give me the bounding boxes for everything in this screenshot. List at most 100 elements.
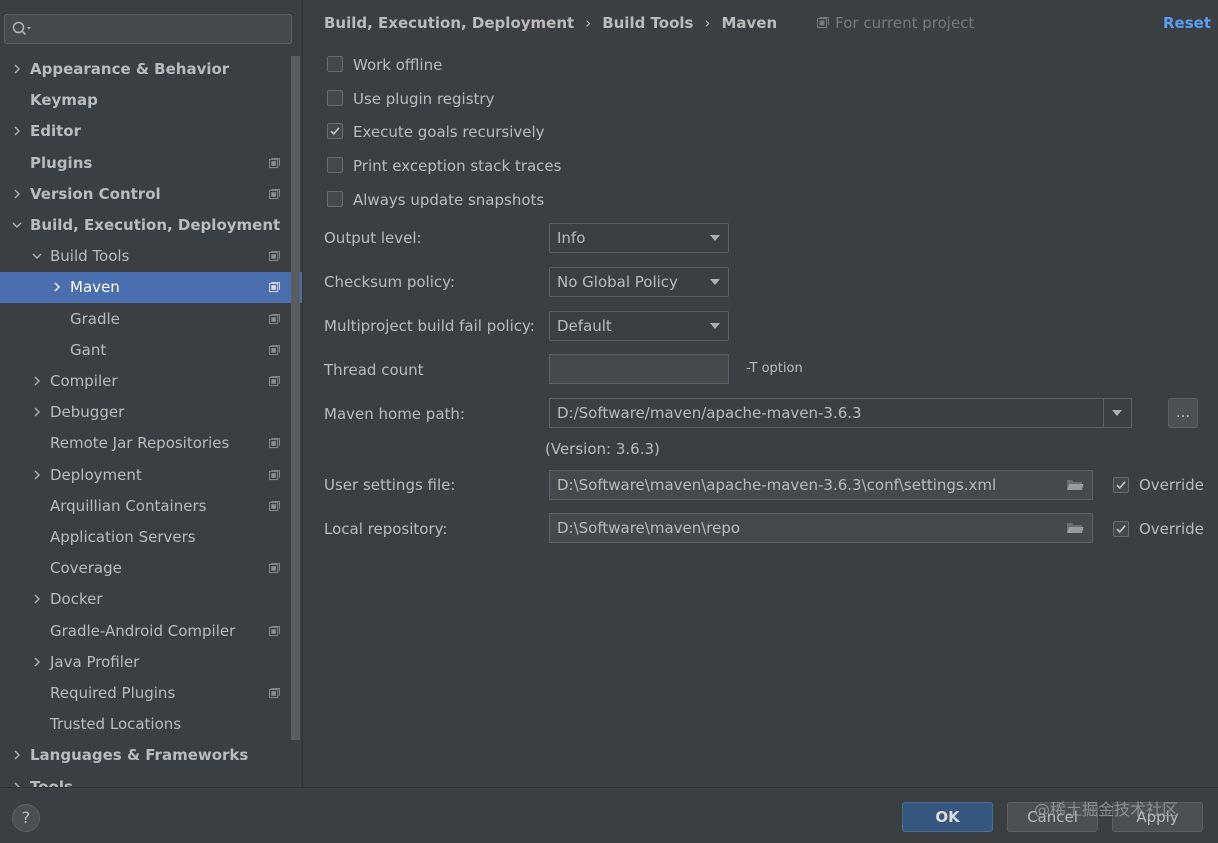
folder-icon[interactable] [1066, 521, 1084, 535]
sidebar-item-label: Version Control [30, 185, 161, 203]
sidebar-item-label: Docker [50, 590, 103, 608]
cancel-button[interactable]: Cancel [1007, 802, 1098, 832]
project-scope-icon [269, 470, 280, 481]
sidebar-item-label: Coverage [50, 559, 122, 577]
folder-icon[interactable] [1066, 478, 1084, 492]
project-scope-icon [817, 13, 830, 28]
chevron-right-icon[interactable] [12, 189, 22, 199]
chevron-down-icon [710, 323, 720, 329]
sidebar-item-languages-frameworks[interactable]: Languages & Frameworks [0, 740, 290, 771]
chevron-right-icon[interactable] [12, 64, 22, 74]
chevron-right-icon[interactable] [32, 376, 42, 386]
execute-goals-recursively-label: Execute goals recursively [353, 123, 545, 141]
thread-count-field[interactable] [549, 354, 729, 384]
local-repository-field[interactable]: D:\Software\maven\repo [549, 513, 1093, 543]
project-scope-icon [269, 282, 280, 293]
local-repository-override-checkbox[interactable] [1113, 521, 1129, 537]
project-scope-icon [269, 563, 280, 574]
execute-goals-recursively-checkbox[interactable] [327, 123, 343, 139]
fail-policy-value: Default [557, 317, 612, 335]
sidebar-item-label: Editor [30, 122, 81, 140]
apply-button[interactable]: Apply [1112, 802, 1203, 832]
sidebar-item-build-tools[interactable]: Build Tools [0, 241, 290, 272]
sidebar-item-tools[interactable]: Tools [0, 772, 290, 787]
sidebar-item-build-execution-deployment[interactable]: Build, Execution, Deployment [0, 210, 290, 241]
user-settings-override-checkbox[interactable] [1113, 477, 1129, 493]
sidebar-item-application-servers[interactable]: Application Servers [0, 522, 290, 553]
sidebar-item-editor[interactable]: Editor [0, 116, 290, 147]
chevron-right-icon[interactable] [32, 657, 42, 667]
sidebar-item-label: Build Tools [50, 247, 130, 265]
print-exception-stack-traces-checkbox[interactable] [327, 157, 343, 173]
scope-text: For current project [835, 14, 975, 32]
chevron-down-icon [710, 235, 720, 241]
project-scope-icon [269, 501, 280, 512]
settings-sidebar: Appearance & Behavior Keymap Editor Plugins… [0, 0, 303, 787]
breadcrumb-separator: › [585, 14, 592, 32]
sidebar-item-required-plugins[interactable]: Required Plugins [0, 678, 290, 709]
sidebar-item-gant[interactable]: Gant [0, 335, 290, 366]
sidebar-item-gradle[interactable]: Gradle [0, 304, 290, 335]
sidebar-item-label: Compiler [50, 372, 118, 390]
maven-home-browse-button[interactable]: ... [1168, 398, 1198, 428]
chevron-down-icon[interactable] [32, 251, 42, 261]
sidebar-item-label: Trusted Locations [50, 715, 182, 733]
ok-button[interactable]: OK [902, 802, 993, 832]
sidebar-item-label: Java Profiler [50, 653, 140, 671]
sidebar-item-compiler[interactable]: Compiler [0, 366, 290, 397]
sidebar-item-gradle-android-compiler[interactable]: Gradle-Android Compiler [0, 616, 290, 647]
maven-home-value: D:/Software/maven/apache-maven-3.6.3 [557, 404, 862, 422]
chevron-down-icon[interactable] [12, 220, 22, 230]
project-scope-icon [269, 345, 280, 356]
user-settings-label: User settings file: [324, 476, 456, 494]
sidebar-item-trusted-locations[interactable]: Trusted Locations [0, 709, 290, 740]
settings-content-panel: Build, Execution, Deployment › Build Tools… [303, 0, 1218, 787]
always-update-snapshots-checkbox[interactable] [327, 191, 343, 207]
output-level-combo[interactable]: Info [549, 223, 729, 253]
chevron-down-icon [1112, 410, 1122, 416]
sidebar-item-label: Application Servers [50, 528, 196, 546]
sidebar-item-coverage[interactable]: Coverage [0, 553, 290, 584]
project-scope-icon [269, 158, 280, 169]
sidebar-item-docker[interactable]: Docker [0, 584, 290, 615]
sidebar-item-maven[interactable]: Maven [0, 272, 302, 303]
chevron-right-icon[interactable] [12, 126, 22, 136]
breadcrumb-item-maven: Maven [721, 14, 778, 32]
maven-home-combo[interactable]: D:/Software/maven/apache-maven-3.6.3 [549, 398, 1132, 428]
sidebar-item-label: Appearance & Behavior [30, 60, 230, 78]
local-repository-label: Local repository: [324, 520, 448, 538]
sidebar-item-debugger[interactable]: Debugger [0, 397, 290, 428]
search-input[interactable] [35, 18, 289, 42]
sidebar-item-java-profiler[interactable]: Java Profiler [0, 647, 290, 678]
sidebar-item-remote-jar-repositories[interactable]: Remote Jar Repositories [0, 428, 290, 459]
user-settings-override-label: Override [1139, 476, 1204, 494]
checkmark-icon [1116, 525, 1126, 534]
maven-home-label: Maven home path: [324, 405, 465, 423]
fail-policy-combo[interactable]: Default [549, 311, 729, 341]
chevron-right-icon[interactable] [52, 282, 62, 292]
work-offline-checkbox[interactable] [327, 56, 343, 72]
breadcrumb-item-build-tools: Build Tools [602, 14, 694, 32]
sidebar-item-keymap[interactable]: Keymap [0, 85, 290, 116]
use-plugin-registry-checkbox[interactable] [327, 90, 343, 106]
help-button[interactable]: ? [12, 804, 40, 832]
chevron-right-icon[interactable] [32, 470, 42, 480]
print-exception-stack-traces-label: Print exception stack traces [353, 157, 562, 175]
sidebar-item-plugins[interactable]: Plugins [0, 148, 290, 179]
settings-search-box[interactable] [4, 14, 292, 44]
sidebar-scrollbar[interactable] [291, 56, 300, 740]
chevron-right-icon[interactable] [12, 750, 22, 760]
sidebar-item-appearance-behavior[interactable]: Appearance & Behavior [0, 54, 290, 85]
sidebar-item-label: Keymap [30, 91, 98, 109]
sidebar-item-arquillian-containers[interactable]: Arquillian Containers [0, 491, 290, 522]
sidebar-item-deployment[interactable]: Deployment [0, 460, 290, 491]
checksum-policy-combo[interactable]: No Global Policy [549, 267, 729, 297]
sidebar-item-label: Arquillian Containers [50, 497, 207, 515]
chevron-right-icon[interactable] [32, 407, 42, 417]
user-settings-field[interactable]: D:\Software\maven\apache-maven-3.6.3\con… [549, 470, 1093, 500]
chevron-right-icon[interactable] [32, 594, 42, 604]
sidebar-item-version-control[interactable]: Version Control [0, 179, 290, 210]
maven-home-dropdown-button[interactable] [1103, 399, 1131, 427]
sidebar-item-label: Gradle-Android Compiler [50, 622, 236, 640]
reset-link[interactable]: Reset [1163, 12, 1211, 34]
